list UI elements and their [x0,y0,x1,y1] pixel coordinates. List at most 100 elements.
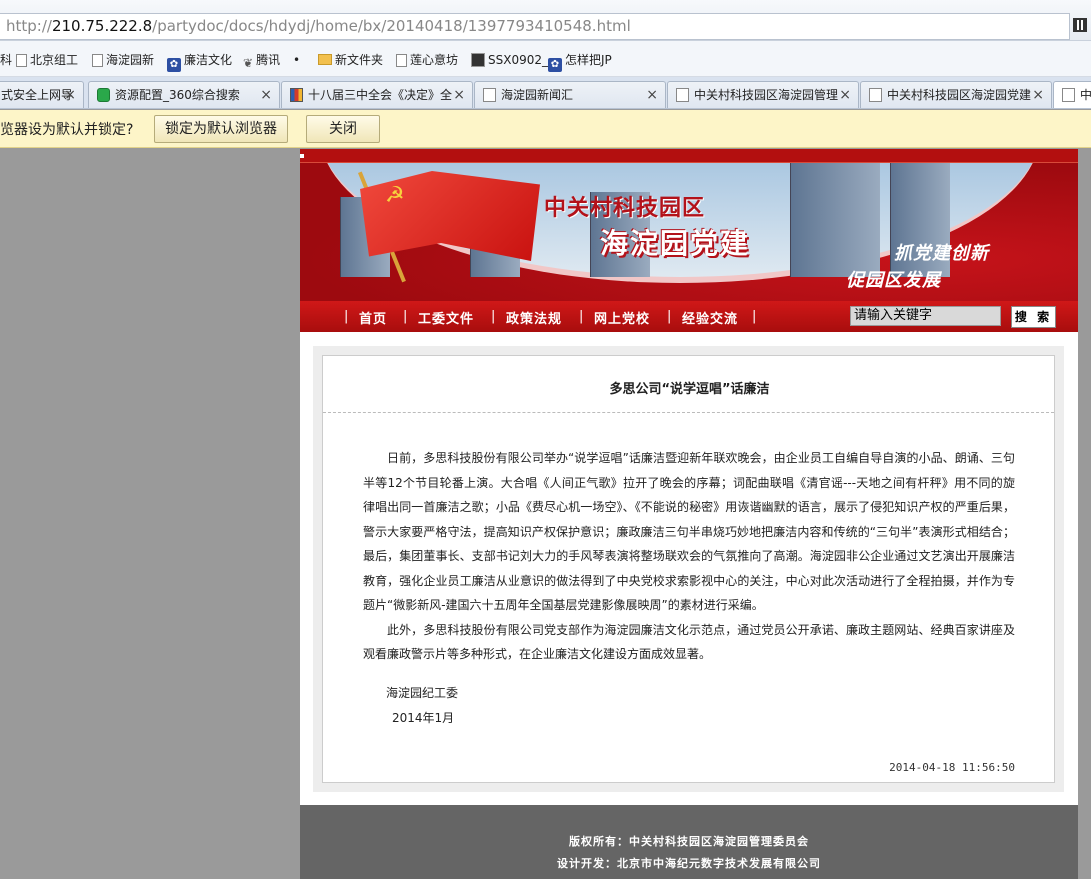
url-path: /partydoc/docs/hdydj/home/bx/20140418/13… [152,17,631,35]
tab[interactable]: 中关村科技园区海淀园管理 × [667,81,859,108]
article-paragraph: 此外，多思科技股份有限公司党支部作为海淀园廉洁文化示范点，通过党员公开承诺、廉政… [363,622,1015,662]
title-divider [323,412,1054,413]
banner-slogan-line1: 抓党建创新 [894,243,989,264]
dot-icon [300,154,304,158]
close-icon[interactable]: × [1032,82,1044,108]
close-icon[interactable]: × [839,82,851,108]
bookmark-label: 莲心意坊 [410,53,459,67]
page-icon [1062,88,1075,102]
banner-title-line2: 海淀园党建 [600,227,751,260]
tab[interactable]: 十八届三中全会《决定》全 × [281,81,473,108]
bookmark-item[interactable]: 北京组工 [16,51,78,69]
tab[interactable]: 中关村科技园区海淀园党建 × [860,81,1052,108]
tab-label: 式安全上网导 [1,88,74,102]
page-icon [483,88,496,102]
bookmark-label: 腾讯 [256,53,281,67]
article-signature: 海淀园纪工委 [386,686,459,700]
bookmark-label: 新文件夹 [335,53,384,67]
tab-active[interactable]: 中 [1053,81,1091,108]
page-icon [676,88,689,102]
bookmark-label: • [293,53,301,67]
web-page: ☭ 中关村科技园区 海淀园党建 抓党建创新 促园区发展 | 首页 | 工委文件 … [300,149,1078,879]
article-title: 多思公司“说学逗唱”话廉洁 [609,382,770,397]
article-panel: 多思公司“说学逗唱”话廉洁 日前，多思科技股份有限公司举办“说学逗唱”话廉洁暨迎… [322,355,1055,783]
nav-item-experience[interactable]: 经验交流 [682,308,738,327]
tab-label: 中关村科技园区海淀园党建 [887,88,1032,102]
page-icon [16,54,27,67]
nav-separator: | [403,309,408,324]
bookmark-item[interactable]: SSX0902_ [471,51,548,69]
bookmark-item[interactable]: ✿ 怎样把JP [548,51,612,72]
tencent-icon: ❦ [243,56,254,70]
ssx-icon [471,53,485,67]
bookmarks-bar: 科 北京组工 海淀园新 ✿ 廉洁文化 ❦ 腾讯 • 新文件夹 莲心意坊 SSX090… [0,41,1091,77]
qr-code-icon[interactable] [1073,18,1087,32]
bookmark-label: 北京组工 [30,53,79,67]
close-icon[interactable]: × [260,82,272,108]
footer-designer: 设计开发：北京市中海纪元数字技术发展有限公司 [557,857,821,870]
search-icon [97,88,110,102]
nav-item-party-school[interactable]: 网上党校 [594,308,650,327]
page-icon [396,54,407,67]
footer-copyright: 版权所有：中关村科技园区海淀园管理委员会 [569,835,809,848]
nav-item-home[interactable]: 首页 [359,308,387,327]
banner-title-line1: 中关村科技园区 [544,196,706,221]
address-bar: http://210.75.222.8/partydoc/docs/hdydj/… [0,0,1091,41]
bookmark-label: 科 [0,53,13,67]
nav-separator: | [667,309,672,324]
tab-strip: 式安全上网导 × 资源配置_360综合搜索 × 十八届三中全会《决定》全 × 海淀园新… [0,77,1091,109]
folder-icon [318,54,332,65]
site-icon [290,88,303,102]
url-scheme: http:// [6,17,52,35]
nav-item-committee-docs[interactable]: 工委文件 [418,308,474,327]
paw-icon: ✿ [548,58,562,72]
close-icon[interactable]: × [646,82,658,108]
site-footer: 版权所有：中关村科技园区海淀园管理委员会 设计开发：北京市中海纪元数字技术发展有… [300,805,1078,879]
close-icon[interactable]: × [64,82,76,108]
bookmark-item[interactable]: ✿ 廉洁文化 [167,51,232,72]
url-field[interactable]: http://210.75.222.8/partydoc/docs/hdydj/… [0,13,1070,40]
set-default-browser-button[interactable]: 锁定为默认浏览器 [154,115,288,143]
article-body: 日前，多思科技股份有限公司举办“说学逗唱”话廉洁暨迎新年联欢晚会，由企业员工自编… [363,446,1015,667]
close-icon[interactable]: × [453,82,465,108]
search-button[interactable]: 搜 索 [1011,306,1056,328]
bookmark-item[interactable]: ❦ 腾讯 [243,51,281,70]
bookmark-item[interactable]: 莲心意坊 [396,51,458,69]
search-input[interactable]: 请输入关键字 [850,306,1001,326]
nav-separator: | [579,309,584,324]
article-frame: 多思公司“说学逗唱”话廉洁 日前，多思科技股份有限公司举办“说学逗唱”话廉洁暨迎… [313,346,1064,792]
tab-label: 中 [1080,88,1091,102]
bookmark-label: SSX0902_ [488,53,548,67]
tab-label: 中关村科技园区海淀园管理 [694,88,839,102]
tab-label: 海淀园新闻汇 [501,88,574,102]
page-icon [869,88,882,102]
nav-separator: | [752,309,757,324]
notification-message: 览器设为默认并锁定? [0,122,134,138]
article-date: 2014年1月 [392,711,455,725]
bookmark-item[interactable]: 新文件夹 [318,51,383,69]
publish-timestamp: 2014-04-18 11:56:50 [889,761,1015,774]
url-host: 210.75.222.8 [51,17,153,35]
tab[interactable]: 式安全上网导 × [0,81,84,108]
nav-separator: | [491,309,496,324]
nav-item-policy[interactable]: 政策法规 [506,308,562,327]
article-paragraph: 日前，多思科技股份有限公司举办“说学逗唱”话廉洁暨迎新年联欢晚会，由企业员工自编… [363,451,1015,612]
close-notification-button[interactable]: 关闭 [306,115,380,143]
page-icon [92,54,103,67]
bookmark-item[interactable]: 科 [0,51,12,69]
site-banner: ☭ 中关村科技园区 海淀园党建 抓党建创新 促园区发展 [300,163,1078,301]
tab[interactable]: 资源配置_360综合搜索 × [88,81,280,108]
hammer-sickle-icon: ☭ [385,183,405,208]
bookmark-item[interactable]: • [293,51,300,69]
banner-top-strip [300,149,1078,163]
tab-label: 资源配置_360综合搜索 [115,88,240,102]
bookmark-label: 海淀园新 [106,53,155,67]
paw-icon: ✿ [167,58,181,72]
tab-label: 十八届三中全会《决定》全 [308,88,453,102]
bookmark-label: 怎样把JP [565,53,612,67]
tab[interactable]: 海淀园新闻汇 × [474,81,666,108]
bookmark-item[interactable]: 海淀园新 [92,51,154,69]
banner-slogan-line2: 促园区发展 [846,270,941,291]
main-nav: | 首页 | 工委文件 | 政策法规 | 网上党校 | 经验交流 | 请输入关键… [300,301,1078,332]
nav-separator: | [344,309,349,324]
